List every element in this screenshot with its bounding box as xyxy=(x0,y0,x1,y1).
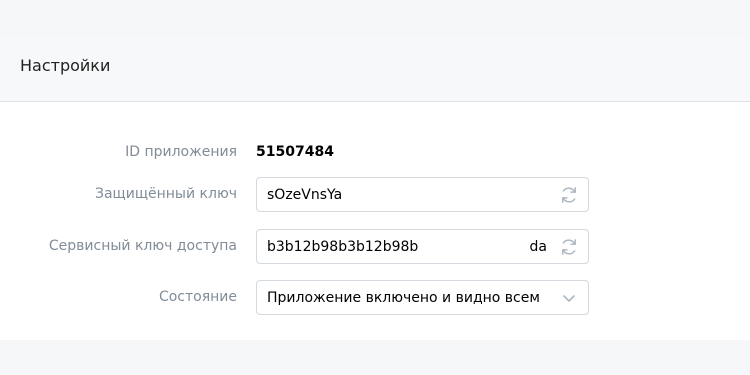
app-id-label: ID приложения xyxy=(125,144,237,160)
secure-key-label: Защищённый ключ xyxy=(94,186,237,202)
state-value: Приложение включено и видно всем xyxy=(267,290,540,306)
refresh-icon[interactable] xyxy=(559,237,579,257)
secure-key-value: sOzeVnsYa xyxy=(267,187,343,203)
state-select[interactable]: Приложение включено и видно всем xyxy=(256,280,589,315)
app-id-value: 51507484 xyxy=(256,144,334,160)
chevron-down-icon xyxy=(563,295,575,302)
service-key-field[interactable]: b3b12b98b3b12b98b da xyxy=(256,229,589,264)
page-title: Настройки xyxy=(20,56,111,75)
service-key-value: b3b12b98b3b12b98b xyxy=(267,239,419,255)
service-key-label: Сервисный ключ доступа xyxy=(48,238,237,254)
panel-header: Настройки xyxy=(0,36,750,102)
state-label: Состояние xyxy=(158,289,237,305)
secure-key-field[interactable]: sOzeVnsYa xyxy=(256,177,589,212)
settings-panel: Настройки ID приложения 51507484 Защищён… xyxy=(0,36,750,340)
refresh-icon[interactable] xyxy=(559,185,579,205)
service-key-tail: da xyxy=(529,239,547,255)
